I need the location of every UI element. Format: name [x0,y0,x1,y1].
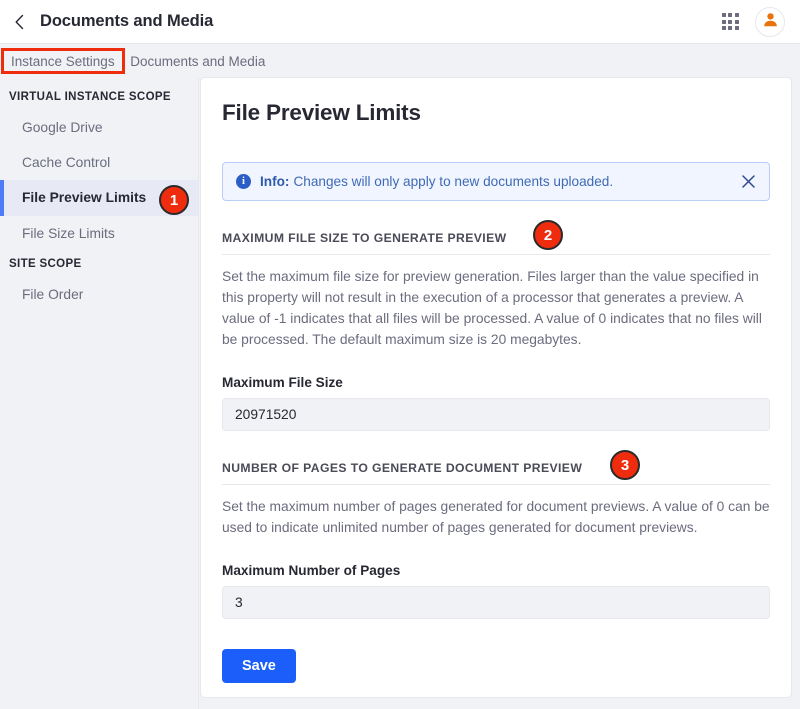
page-title: File Preview Limits [222,100,421,125]
alert-message: Changes will only apply to new documents… [293,174,614,189]
annotation-badge-3: 3 [610,450,640,480]
sidebar-item-cache-control[interactable]: Cache Control [0,145,198,180]
annotation-badge-2: 2 [533,220,563,250]
sidebar-item-google-drive[interactable]: Google Drive [0,110,198,145]
section-heading: NUMBER OF PAGES TO GENERATE DOCUMENT PRE… [222,461,770,485]
grid-apps-icon[interactable] [717,9,743,35]
breadcrumb-item-instance-settings[interactable]: Instance Settings [9,53,117,70]
sidebar-group-header-virtual-instance-scope: VIRTUAL INSTANCE SCOPE [9,91,171,103]
section-description: Set the maximum number of pages generate… [222,498,770,535]
sidebar-item-label: Cache Control [22,155,111,171]
app-header: Documents and Media [0,0,800,44]
section-description: Set the maximum file size for preview ge… [222,269,762,347]
field-label-maximum-file-size: Maximum File Size [222,374,343,390]
maximum-number-of-pages-input[interactable] [222,585,770,619]
section-heading: MAXIMUM FILE SIZE TO GENERATE PREVIEW [222,231,770,255]
info-alert: i Info: Changes will only apply to new d… [222,162,770,201]
chevron-left-icon [14,14,25,30]
info-circle-icon: i [236,174,251,189]
alert-label: Info: [260,174,290,189]
breadcrumb: Instance Settings › Documents and Media [0,44,800,78]
sidebar-group-header-site-scope: SITE SCOPE [9,257,82,270]
breadcrumb-separator-icon: › [121,55,126,67]
page-title-header: Documents and Media [40,12,214,30]
header-actions [717,6,800,37]
section-number-of-pages: NUMBER OF PAGES TO GENERATE DOCUMENT PRE… [201,461,791,683]
sidebar-item-label: File Preview Limits [22,190,147,206]
save-button[interactable]: Save [222,648,296,683]
sidebar-item-label: File Order [22,286,84,302]
back-button[interactable] [2,5,36,39]
user-avatar-icon [762,11,779,33]
sidebar-item-file-size-limits[interactable]: File Size Limits [0,216,198,251]
section-maximum-file-size: MAXIMUM FILE SIZE TO GENERATE PREVIEW Se… [201,231,791,431]
sidebar-item-label: File Size Limits [22,225,115,241]
avatar[interactable] [755,6,785,37]
content-panel: File Preview Limits i Info: Changes will… [200,77,792,698]
sidebar-item-file-order[interactable]: File Order [0,277,198,312]
annotation-badge-1: 1 [159,185,189,215]
maximum-file-size-input[interactable] [222,397,770,431]
app-root: Documents and Media Instance Settings › … [0,0,800,709]
breadcrumb-item-current: Documents and Media [130,53,266,69]
close-icon[interactable] [731,174,756,189]
sidebar: VIRTUAL INSTANCE SCOPE Google Drive Cach… [0,78,199,709]
sidebar-item-label: Google Drive [22,120,103,135]
field-label-maximum-number-of-pages: Maximum Number of Pages [222,562,401,578]
